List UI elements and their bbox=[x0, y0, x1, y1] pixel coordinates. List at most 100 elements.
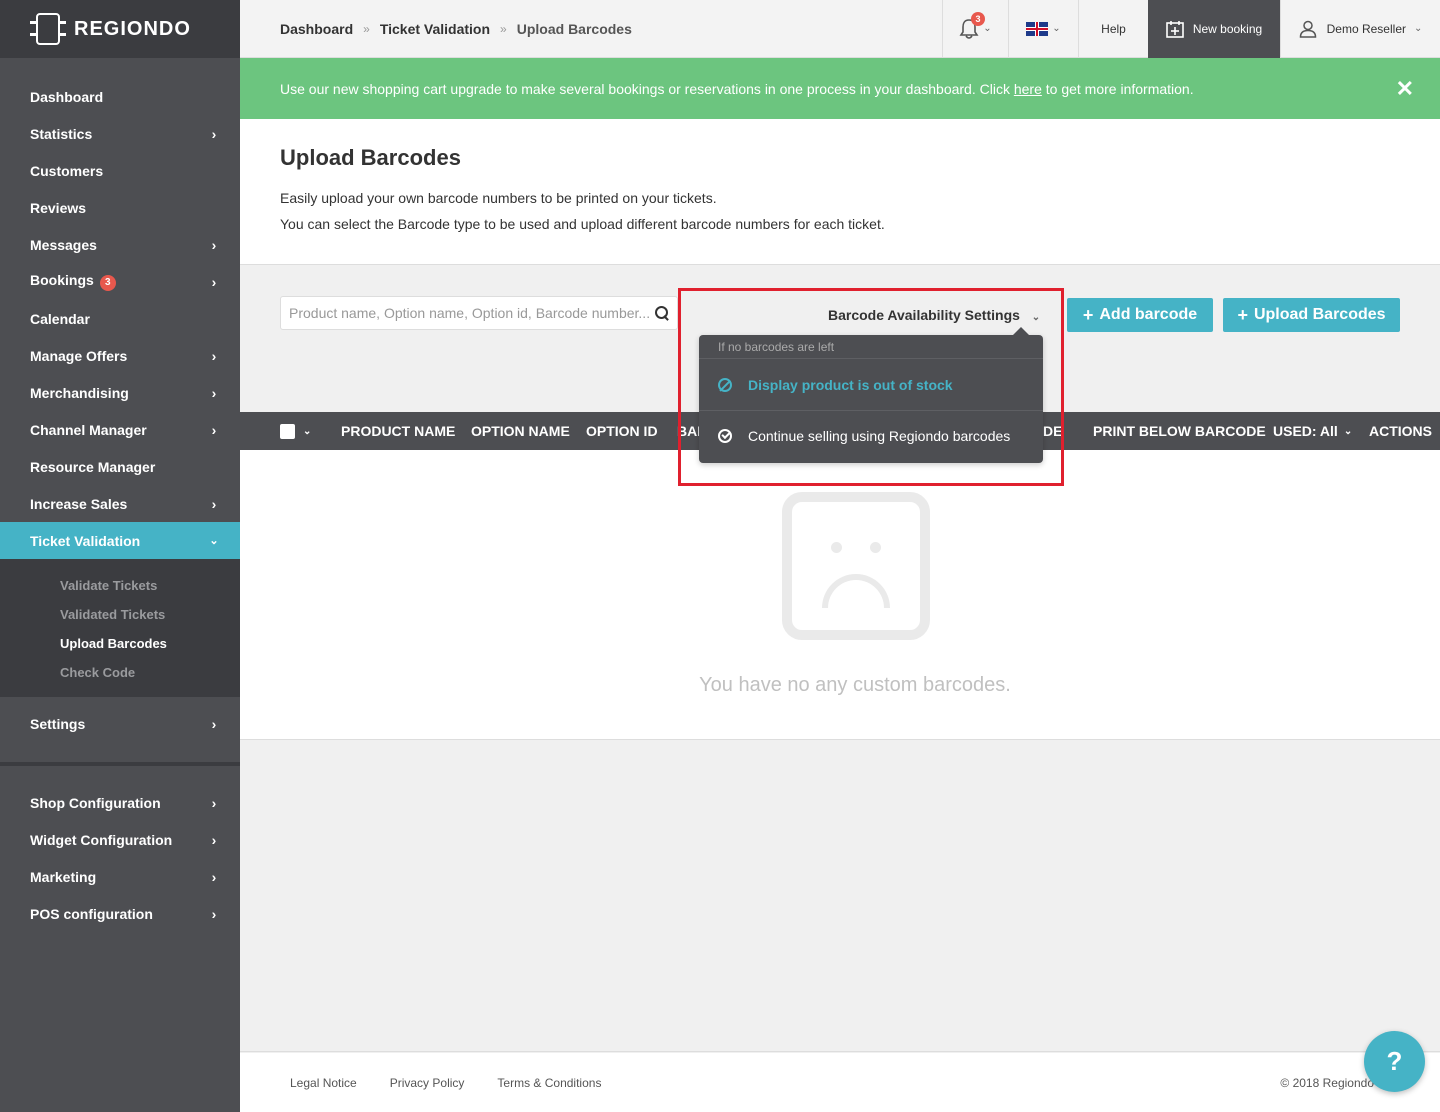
add-barcode-button[interactable]: + Add barcode bbox=[1067, 298, 1213, 332]
chevron-right-icon: › bbox=[211, 794, 217, 811]
chevron-down-icon: ⌄ bbox=[209, 535, 219, 547]
breadcrumb: Dashboard » Ticket Validation » Upload B… bbox=[240, 21, 942, 37]
sidebar-divider bbox=[0, 762, 240, 766]
copyright: © 2018 Regiondo bbox=[1280, 1076, 1374, 1090]
chevron-right-icon: › bbox=[211, 715, 217, 732]
top-bar: Dashboard » Ticket Validation » Upload B… bbox=[240, 0, 1440, 58]
sidebar-item-marketing[interactable]: Marketing › bbox=[0, 858, 240, 895]
sidebar: REGIONDO Dashboard Statistics › Customers… bbox=[0, 0, 240, 1112]
sidebar-item-label: Channel Manager bbox=[30, 421, 147, 438]
sidebar-item-increase-sales[interactable]: Increase Sales › bbox=[0, 485, 240, 522]
logo[interactable]: REGIONDO bbox=[0, 0, 240, 58]
sidebar-item-label: Bookings bbox=[30, 272, 94, 288]
breadcrumb-upload-barcodes: Upload Barcodes bbox=[516, 20, 632, 37]
sidebar-item-pos-configuration[interactable]: POS configuration › bbox=[0, 895, 240, 932]
sidebar-item-reviews[interactable]: Reviews bbox=[0, 189, 240, 226]
bookings-count-badge: 3 bbox=[99, 275, 116, 291]
chevron-right-icon: › bbox=[211, 905, 217, 922]
banner-link[interactable]: here bbox=[1014, 81, 1042, 97]
footer-terms[interactable]: Terms & Conditions bbox=[497, 1076, 601, 1090]
sidebar-item-statistics[interactable]: Statistics › bbox=[0, 115, 240, 152]
sidebar-item-merchandising[interactable]: Merchandising › bbox=[0, 374, 240, 411]
page-header: Upload Barcodes Easily upload your own b… bbox=[240, 119, 1440, 265]
column-option-name[interactable]: OPTION NAME bbox=[471, 412, 570, 450]
subnav-item-validate-tickets[interactable]: Validate Tickets bbox=[0, 571, 240, 600]
sidebar-item-label: Dashboard bbox=[30, 88, 104, 105]
ticket-validation-subnav: Validate Tickets Validated Tickets Uploa… bbox=[0, 559, 240, 697]
column-print-below-barcode[interactable]: PRINT BELOW BARCODE bbox=[1093, 412, 1266, 450]
sidebar-item-bookings[interactable]: Bookings 3 › bbox=[0, 263, 240, 300]
sidebar-item-resource-manager[interactable]: Resource Manager bbox=[0, 448, 240, 485]
sidebar-item-messages[interactable]: Messages › bbox=[0, 226, 240, 263]
subnav-item-validated-tickets[interactable]: Validated Tickets bbox=[0, 600, 240, 629]
sidebar-item-widget-configuration[interactable]: Widget Configuration › bbox=[0, 821, 240, 858]
search-icon[interactable] bbox=[655, 306, 669, 320]
sidebar-item-ticket-validation[interactable]: Ticket Validation ⌄ bbox=[0, 522, 240, 559]
sidebar-item-dashboard[interactable]: Dashboard bbox=[0, 78, 240, 115]
new-booking-button[interactable]: New booking bbox=[1148, 0, 1280, 58]
search-placeholder: Product name, Option name, Option id, Ba… bbox=[289, 305, 651, 321]
page-title: Upload Barcodes bbox=[280, 145, 461, 170]
page-description: Easily upload your own barcode numbers t… bbox=[280, 190, 717, 206]
sidebar-item-calendar[interactable]: Calendar bbox=[0, 300, 240, 337]
column-used-filter[interactable]: USED: All ⌄ bbox=[1273, 412, 1352, 450]
banner-text: Use our new shopping cart upgrade to mak… bbox=[280, 80, 1194, 97]
help-chat-button[interactable]: ? bbox=[1364, 1031, 1425, 1092]
sidebar-item-label: Manage Offers bbox=[30, 347, 128, 364]
user-icon bbox=[1299, 20, 1316, 38]
notifications-button[interactable]: 3 ⌄ bbox=[942, 0, 1008, 58]
chevron-right-icon: › bbox=[211, 236, 217, 253]
chevron-right-icon: › bbox=[211, 421, 217, 438]
chevron-down-icon: ⌄ bbox=[303, 425, 312, 437]
chevron-right-icon: › bbox=[211, 831, 217, 848]
language-selector[interactable]: ⌄ bbox=[1008, 0, 1078, 58]
empty-state: You have no any custom barcodes. bbox=[240, 450, 1440, 740]
sidebar-item-settings[interactable]: Settings › bbox=[0, 705, 240, 742]
sidebar-item-label: Ticket Validation bbox=[30, 532, 141, 549]
subnav-item-upload-barcodes[interactable]: Upload Barcodes bbox=[0, 629, 240, 658]
sad-face-icon bbox=[782, 492, 930, 640]
sidebar-item-label: Resource Manager bbox=[30, 458, 156, 475]
sidebar-item-customers[interactable]: Customers bbox=[0, 152, 240, 189]
sidebar-item-label: Messages bbox=[30, 236, 97, 253]
sidebar-item-label: Increase Sales bbox=[30, 495, 128, 512]
select-all-checkbox[interactable]: ⌄ bbox=[280, 412, 311, 450]
chevron-down-icon: ⌄ bbox=[1052, 23, 1061, 34]
sidebar-item-shop-configuration[interactable]: Shop Configuration › bbox=[0, 784, 240, 821]
new-booking-label: New booking bbox=[1192, 21, 1263, 36]
user-menu[interactable]: Demo Reseller ⌄ bbox=[1280, 0, 1440, 58]
highlight-box bbox=[678, 288, 1064, 486]
calendar-plus-icon bbox=[1166, 20, 1184, 38]
page-description: You can select the Barcode type to be us… bbox=[280, 216, 885, 232]
footer-legal-notice[interactable]: Legal Notice bbox=[290, 1076, 357, 1090]
close-icon[interactable]: ✕ bbox=[1396, 76, 1414, 102]
sidebar-item-label: Shop Configuration bbox=[30, 794, 161, 811]
chevron-right-icon: › bbox=[211, 384, 217, 401]
empty-state-message: You have no any custom barcodes. bbox=[699, 674, 1011, 696]
column-actions: ACTIONS bbox=[1369, 423, 1432, 439]
uk-flag-icon bbox=[1026, 21, 1049, 36]
chevron-down-icon: ⌄ bbox=[983, 23, 992, 34]
logo-text: REGIONDO bbox=[74, 17, 191, 40]
search-input[interactable]: Product name, Option name, Option id, Ba… bbox=[280, 296, 678, 330]
upload-barcodes-button[interactable]: + Upload Barcodes bbox=[1223, 298, 1400, 332]
subnav-item-check-code[interactable]: Check Code bbox=[0, 658, 240, 687]
breadcrumb-separator: » bbox=[500, 21, 507, 36]
notice-banner: Use our new shopping cart upgrade to mak… bbox=[240, 58, 1440, 119]
sidebar-item-manage-offers[interactable]: Manage Offers › bbox=[0, 337, 240, 374]
sidebar-item-channel-manager[interactable]: Channel Manager › bbox=[0, 411, 240, 448]
column-option-id[interactable]: OPTION ID bbox=[586, 412, 658, 450]
breadcrumb-ticket-validation[interactable]: Ticket Validation bbox=[380, 21, 490, 37]
notification-count-badge: 3 bbox=[971, 11, 985, 26]
chevron-down-icon: ⌄ bbox=[1343, 425, 1353, 437]
column-product-name[interactable]: PRODUCT NAME bbox=[341, 412, 455, 450]
chevron-right-icon: › bbox=[211, 125, 217, 142]
help-link[interactable]: Help bbox=[1078, 0, 1148, 58]
footer-privacy-policy[interactable]: Privacy Policy bbox=[390, 1076, 465, 1090]
content-spacer bbox=[240, 741, 1440, 1052]
chevron-right-icon: › bbox=[211, 347, 217, 364]
sidebar-item-label: Reviews bbox=[30, 199, 87, 216]
breadcrumb-dashboard[interactable]: Dashboard bbox=[280, 21, 353, 37]
footer: Legal Notice Privacy Policy Terms & Cond… bbox=[240, 1053, 1440, 1112]
sidebar-item-label: Calendar bbox=[30, 310, 90, 327]
